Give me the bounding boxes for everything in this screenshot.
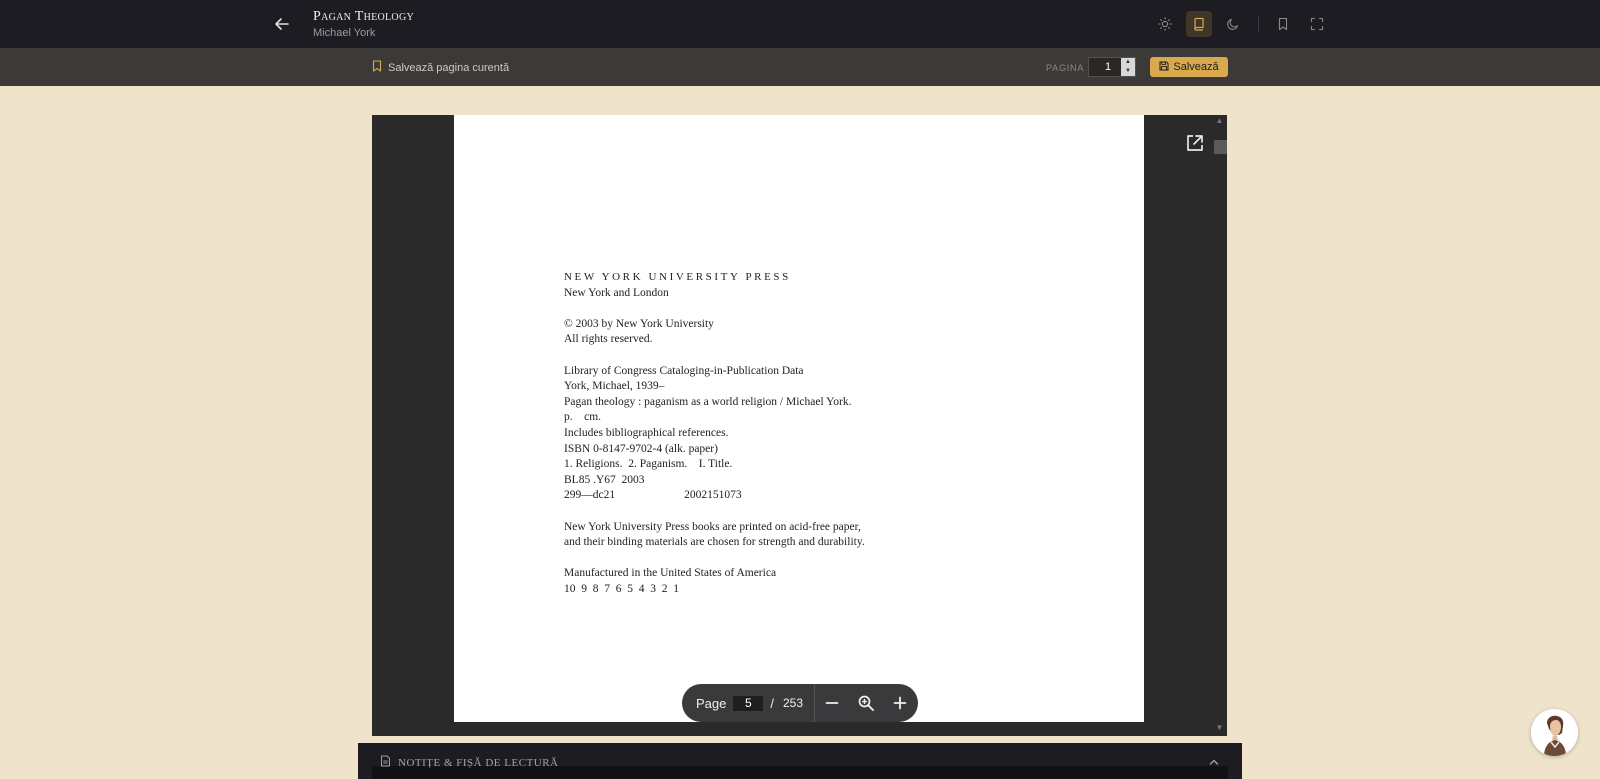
pdf-viewer[interactable]: NEW YORK UNIVERSITY PRESS New York and Lo…: [372, 115, 1227, 736]
top-bar: Pagan Theology Michael York: [0, 0, 1600, 48]
page-text-line: All rights reserved.: [564, 333, 653, 346]
save-current-page-link[interactable]: Salvează pagina curentă: [372, 60, 509, 75]
page-text-line: 299—dc21 2002151073: [564, 489, 742, 502]
page-save-bar: Salvează pagina curentă PAGINA 1 ▲ ▼ Sal…: [0, 48, 1600, 86]
bookmark-icon[interactable]: [1270, 11, 1296, 37]
notes-panel-title: NOTIȚE & FIȘĂ DE LECTURĂ: [398, 756, 559, 769]
scroll-down-icon[interactable]: ▼: [1215, 723, 1224, 732]
page-text-line: Library of Congress Cataloging-in-Public…: [564, 364, 804, 377]
book-icon[interactable]: [1186, 11, 1212, 37]
pdf-page: NEW YORK UNIVERSITY PRESS New York and Lo…: [454, 115, 1144, 722]
save-button[interactable]: Salvează: [1150, 57, 1228, 77]
page-text-line: Manufactured in the United States of Ame…: [564, 567, 777, 580]
zoom-reset-icon[interactable]: [849, 684, 883, 722]
floppy-disk-icon: [1159, 61, 1169, 74]
publisher-line: NEW YORK UNIVERSITY PRESS: [564, 271, 791, 283]
zoom-out-icon[interactable]: [815, 684, 849, 722]
book-author: Michael York: [313, 27, 376, 39]
total-pages: 253: [783, 696, 804, 710]
viewer-scrollbar[interactable]: ▲ ▼: [1212, 115, 1227, 736]
page-text-line: ISBN 0-8147-9702-4 (alk. paper): [564, 442, 718, 455]
moon-icon[interactable]: [1220, 11, 1246, 37]
scrollbar-thumb[interactable]: [1214, 140, 1227, 154]
scroll-up-icon[interactable]: ▲: [1215, 116, 1224, 125]
save-button-label: Salvează: [1173, 61, 1219, 73]
notes-panel-header[interactable]: NOTIȚE & FIȘĂ DE LECTURĂ: [380, 755, 559, 770]
fullscreen-icon[interactable]: [1304, 11, 1330, 37]
document-icon: [380, 755, 391, 770]
page-text-line: Includes bibliographical references.: [564, 426, 729, 439]
page-text-line: and their binding materials are chosen f…: [564, 536, 865, 549]
page-text-line: p. cm.: [564, 411, 602, 424]
current-page-input[interactable]: 5: [733, 695, 764, 711]
pagina-label: PAGINA: [1046, 63, 1085, 73]
stepper-up-icon[interactable]: ▲: [1121, 58, 1135, 67]
page-text-line: [564, 301, 865, 317]
page-separator: /: [770, 695, 774, 711]
copyright-text: New York and London © 2003 by New York U…: [564, 286, 865, 598]
sun-icon[interactable]: [1152, 11, 1178, 37]
page-text-line: 1. Religions. 2. Paganism. I. Title.: [564, 458, 733, 471]
assistant-avatar[interactable]: [1531, 709, 1578, 756]
open-external-icon[interactable]: [1185, 133, 1205, 153]
bookmark-outline-icon: [372, 60, 382, 75]
pdf-page-toolbar: Page 5 / 253: [682, 684, 918, 722]
page-text-line: New York University Press books are prin…: [564, 520, 861, 533]
page-content: NEW YORK UNIVERSITY PRESS New York and Lo…: [564, 270, 865, 597]
page-text-line: York, Michael, 1939–: [564, 380, 665, 393]
page-text-line: Pagan theology : paganism as a world rel…: [564, 395, 852, 408]
pagina-value: 1: [1104, 61, 1112, 73]
page-text-line: © 2003 by New York University: [564, 317, 714, 330]
page-text-line: 10 9 8 7 6 5 4 3 2 1: [564, 582, 679, 595]
save-current-page-label: Salvează pagina curentă: [388, 61, 510, 74]
page-text-line: BL85 .Y67 2003: [564, 473, 645, 486]
pagina-stepper[interactable]: ▲ ▼: [1121, 58, 1135, 76]
page-label: Page: [696, 695, 727, 711]
toolbar-divider: [1258, 15, 1259, 33]
back-arrow-icon[interactable]: [272, 14, 292, 34]
page-text-line: [564, 348, 865, 364]
page-text-line: [564, 504, 865, 520]
pagina-input[interactable]: 1 ▲ ▼: [1088, 57, 1136, 77]
stepper-down-icon[interactable]: ▼: [1121, 67, 1135, 76]
zoom-in-icon[interactable]: [883, 684, 917, 722]
book-title: Pagan Theology: [313, 9, 414, 24]
notes-panel: NOTIȚE & FIȘĂ DE LECTURĂ: [358, 743, 1242, 779]
page-text-line: New York and London: [564, 286, 669, 299]
page-text-line: [564, 551, 865, 567]
chevron-up-icon[interactable]: [1208, 755, 1220, 767]
